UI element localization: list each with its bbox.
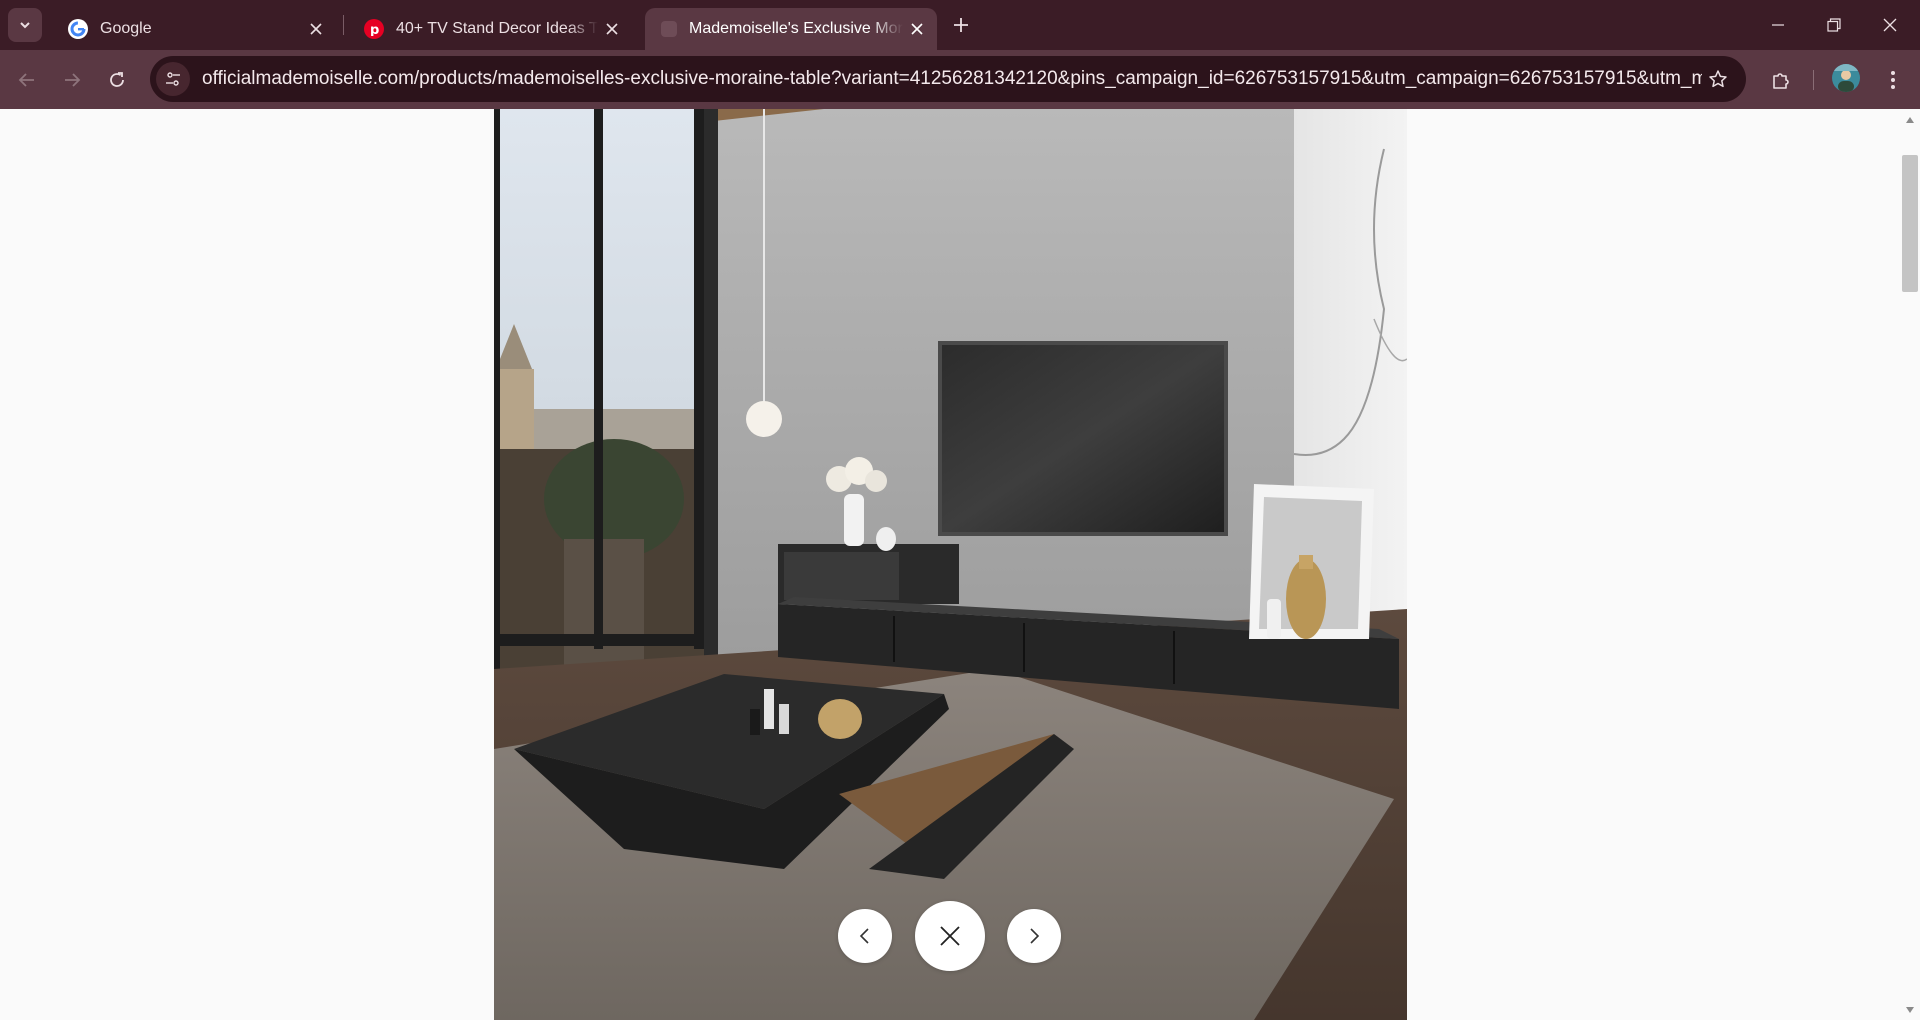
reload-icon <box>110 72 124 87</box>
restore-icon <box>1827 18 1841 32</box>
product-image <box>494 109 1407 1020</box>
chevron-left-icon <box>859 928 869 944</box>
close-icon <box>940 926 960 946</box>
site-info-button[interactable] <box>156 62 190 96</box>
lightbox-next-button[interactable] <box>1007 909 1061 963</box>
tab-google[interactable]: Google <box>54 8 336 50</box>
minimize-icon <box>1772 24 1784 26</box>
tab-title: 40+ TV Stand Decor Ideas To Try <box>396 20 598 37</box>
star-icon <box>1709 70 1727 88</box>
plus-icon <box>954 18 968 32</box>
scroll-up-arrow[interactable] <box>1900 112 1920 128</box>
scroll-down-arrow[interactable] <box>1900 1002 1920 1018</box>
browser-toolbar: officialmademoiselle.com/products/mademo… <box>0 50 1920 109</box>
pinterest-icon: p <box>364 19 384 39</box>
triangle-up-icon <box>1906 117 1914 123</box>
lightbox-close-button[interactable] <box>915 901 985 971</box>
new-tab-button[interactable] <box>944 11 978 39</box>
close-tab-icon[interactable] <box>903 15 931 43</box>
chevron-right-icon <box>1030 928 1040 944</box>
tab-title: Google <box>100 20 152 37</box>
profile-avatar[interactable] <box>1832 64 1860 92</box>
close-window-button[interactable] <box>1862 0 1918 50</box>
arrow-left-icon <box>18 73 34 87</box>
tab-mademoiselle[interactable]: Mademoiselle's Exclusive Moraine Table <box>645 8 937 50</box>
tab-separator <box>343 15 344 35</box>
url-text[interactable]: officialmademoiselle.com/products/mademo… <box>202 68 1702 90</box>
toolbar-divider <box>1813 70 1814 90</box>
arrow-right-icon <box>65 73 81 87</box>
kebab-menu-icon <box>1891 71 1895 89</box>
browser-menu-button[interactable] <box>1875 62 1911 98</box>
puzzle-icon <box>1773 73 1789 89</box>
tab-title: Mademoiselle's Exclusive Moraine Table <box>689 20 903 37</box>
tab-pinterest[interactable]: p 40+ TV Stand Decor Ideas To Try <box>350 8 632 50</box>
close-icon <box>1883 18 1897 32</box>
scroll-thumb[interactable] <box>1902 155 1918 292</box>
lightbox-prev-button[interactable] <box>838 909 892 963</box>
google-icon <box>68 19 88 39</box>
minimize-button[interactable] <box>1750 0 1806 50</box>
forward-button[interactable] <box>54 62 90 98</box>
triangle-down-icon <box>1906 1007 1914 1013</box>
address-bar[interactable]: officialmademoiselle.com/products/mademo… <box>150 56 1746 102</box>
site-favicon <box>661 21 677 37</box>
chevron-down-icon <box>20 22 30 29</box>
close-tab-icon[interactable] <box>302 15 330 43</box>
reload-button[interactable] <box>99 62 135 98</box>
close-tab-icon[interactable] <box>598 15 626 43</box>
tune-icon <box>166 72 180 86</box>
tab-search-button[interactable] <box>8 8 42 42</box>
bookmark-button[interactable] <box>1702 63 1734 95</box>
page-viewport <box>0 109 1900 1020</box>
tab-strip: Google p 40+ TV Stand Decor Ideas To Try… <box>0 0 1920 50</box>
extensions-button[interactable] <box>1763 62 1799 98</box>
back-button[interactable] <box>9 62 45 98</box>
restore-button[interactable] <box>1806 0 1862 50</box>
svg-text:p: p <box>370 23 379 36</box>
